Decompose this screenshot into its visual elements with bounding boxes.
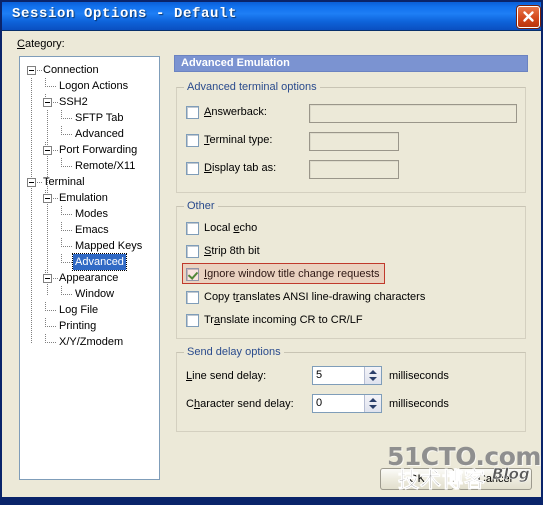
checkbox-copy-translates-ansi[interactable] bbox=[186, 291, 199, 304]
label-ignore-window-title: Ignore window title change requests bbox=[204, 268, 380, 280]
tree-item-label: Port Forwarding bbox=[59, 144, 138, 156]
label-copy-translates-ansi: Copy translates ANSI line-drawing charac… bbox=[204, 291, 426, 303]
input-terminal-type[interactable] bbox=[309, 132, 399, 151]
value-character-send-delay: 0 bbox=[316, 397, 323, 409]
tree-item-label: X/Y/Zmodem bbox=[59, 336, 124, 348]
tree-item-port-forwarding[interactable]: Port Forwarding bbox=[20, 142, 159, 158]
tree-item-appearance[interactable]: Appearance bbox=[20, 270, 159, 286]
checkbox-strip-8th-bit[interactable] bbox=[186, 245, 199, 258]
tree-item-label: Remote/X11 bbox=[75, 160, 136, 172]
tree-item-label: Advanced bbox=[72, 253, 127, 271]
chevron-down-icon[interactable] bbox=[369, 405, 377, 409]
tree-item-label: Connection bbox=[43, 64, 99, 76]
spinner-buttons-line-send-delay[interactable] bbox=[364, 367, 381, 384]
chevron-up-icon[interactable] bbox=[369, 370, 377, 374]
tree-item-window[interactable]: Window bbox=[20, 286, 159, 302]
tree-item-label: Window bbox=[75, 288, 115, 300]
spinner-buttons-character-send-delay[interactable] bbox=[364, 395, 381, 412]
label-terminal-type: Terminal type: bbox=[204, 134, 273, 146]
checkbox-ignore-window-title[interactable] bbox=[186, 268, 199, 281]
category-label-text: ategory: bbox=[24, 38, 65, 50]
group-send-delay-options: Send delay options Line send delay: 5 mi… bbox=[176, 346, 526, 432]
spinner-character-send-delay[interactable]: 0 bbox=[312, 394, 382, 413]
tree-item-log-file[interactable]: Log File bbox=[20, 302, 159, 318]
pane-header: Advanced Emulation bbox=[174, 55, 528, 72]
label-display-tab-as: Display tab as: bbox=[204, 162, 277, 174]
expander-minus-icon[interactable] bbox=[43, 98, 52, 107]
session-options-dialog: Session Options - Default Category: Conn… bbox=[0, 0, 543, 505]
tree-item-label: Logon Actions bbox=[59, 80, 129, 92]
expander-minus-icon[interactable] bbox=[27, 66, 36, 75]
tree-item-advanced[interactable]: Advanced bbox=[20, 253, 159, 271]
tree-item-modes[interactable]: Modes bbox=[20, 206, 159, 222]
checkbox-translate-cr[interactable] bbox=[186, 314, 199, 327]
tree-item-remote-x11[interactable]: Remote/X11 bbox=[20, 158, 159, 174]
input-display-tab-as[interactable] bbox=[309, 160, 399, 179]
tree-item-sftp-tab[interactable]: SFTP Tab bbox=[20, 110, 159, 126]
value-line-send-delay: 5 bbox=[316, 369, 323, 381]
expander-minus-icon[interactable] bbox=[43, 146, 52, 155]
tree-item-label: Emulation bbox=[59, 192, 108, 204]
tree-item-advanced[interactable]: Advanced bbox=[20, 126, 159, 142]
title-bar: Session Options - Default bbox=[2, 2, 541, 31]
chevron-up-icon[interactable] bbox=[369, 398, 377, 402]
chevron-down-icon[interactable] bbox=[369, 377, 377, 381]
tree-item-emacs[interactable]: Emacs bbox=[20, 222, 159, 238]
ok-button[interactable]: OK bbox=[380, 468, 454, 490]
cancel-button[interactable]: Cancel bbox=[458, 468, 532, 490]
checkbox-local-echo[interactable] bbox=[186, 222, 199, 235]
group-title-other: Other bbox=[184, 200, 218, 212]
unit-character-send-delay: milliseconds bbox=[389, 398, 449, 410]
tree-item-label: Emacs bbox=[75, 224, 109, 236]
category-label: Category: bbox=[17, 38, 65, 50]
tree-item-label: Terminal bbox=[43, 176, 85, 188]
tree-item-x-y-zmodem[interactable]: X/Y/Zmodem bbox=[20, 334, 159, 350]
input-answerback[interactable] bbox=[309, 104, 517, 123]
unit-line-send-delay: milliseconds bbox=[389, 370, 449, 382]
tree-item-label: Advanced bbox=[75, 128, 124, 140]
close-icon[interactable] bbox=[517, 6, 540, 28]
tree-item-emulation[interactable]: Emulation bbox=[20, 190, 159, 206]
tree-item-label: Log File bbox=[59, 304, 99, 316]
tree-item-label: Appearance bbox=[59, 272, 119, 284]
group-advanced-terminal-options: Advanced terminal options Answerback: Te… bbox=[176, 81, 526, 193]
tree-item-label: Mapped Keys bbox=[75, 240, 143, 252]
category-tree[interactable]: Connection Logon Actions SSH2 SFTP Tab Advan… bbox=[19, 56, 160, 480]
label-local-echo: Local echo bbox=[204, 222, 258, 234]
label-answerback: Answerback: bbox=[204, 106, 267, 118]
expander-minus-icon[interactable] bbox=[27, 178, 36, 187]
checkbox-display-tab-as[interactable] bbox=[186, 162, 199, 175]
tree-item-label: Modes bbox=[75, 208, 109, 220]
tree-item-label: Printing bbox=[59, 320, 97, 332]
tree-item-mapped-keys[interactable]: Mapped Keys bbox=[20, 238, 159, 254]
tree-item-logon-actions[interactable]: Logon Actions bbox=[20, 78, 159, 94]
label-line-send-delay: Line send delay: bbox=[186, 370, 267, 382]
tree-item-connection[interactable]: Connection bbox=[20, 62, 159, 78]
group-title-send-delay: Send delay options bbox=[184, 346, 284, 358]
label-translate-cr: Translate incoming CR to CR/LF bbox=[204, 314, 363, 326]
watermark-site: 51CTO.com bbox=[387, 442, 541, 471]
group-other: Other Local echo Strip 8th bit Ignore wi… bbox=[176, 200, 526, 339]
tree-item-ssh2[interactable]: SSH2 bbox=[20, 94, 159, 110]
checkbox-terminal-type[interactable] bbox=[186, 134, 199, 147]
tree-item-terminal[interactable]: Terminal bbox=[20, 174, 159, 190]
expander-minus-icon[interactable] bbox=[43, 274, 52, 283]
tree-item-label: SFTP Tab bbox=[75, 112, 124, 124]
label-character-send-delay: Character send delay: bbox=[186, 398, 294, 410]
expander-minus-icon[interactable] bbox=[43, 194, 52, 203]
window-title: Session Options - Default bbox=[12, 6, 238, 22]
checkbox-answerback[interactable] bbox=[186, 106, 199, 119]
group-title-advanced-terminal: Advanced terminal options bbox=[184, 81, 320, 93]
tree-item-label: SSH2 bbox=[59, 96, 88, 108]
tree-item-printing[interactable]: Printing bbox=[20, 318, 159, 334]
spinner-line-send-delay[interactable]: 5 bbox=[312, 366, 382, 385]
window-bottom-border bbox=[2, 497, 541, 503]
pane-header-title: Advanced Emulation bbox=[181, 57, 290, 69]
label-strip-8th-bit: Strip 8th bit bbox=[204, 245, 260, 257]
